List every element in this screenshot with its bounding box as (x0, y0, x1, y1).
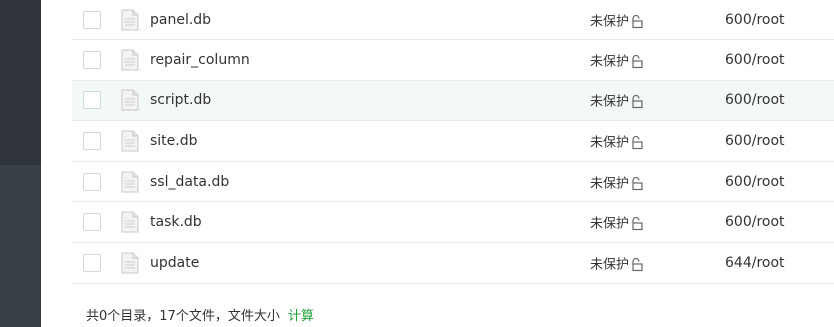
file-icon (121, 211, 139, 233)
row-checkbox[interactable] (83, 10, 101, 29)
file-icon (121, 9, 139, 30)
unlock-icon (632, 54, 643, 68)
row-checkbox[interactable] (83, 172, 101, 191)
file-name[interactable]: task.db (150, 214, 202, 230)
permission[interactable]: 600/root (725, 214, 785, 230)
calculate-size-link[interactable]: 计算 (288, 309, 314, 324)
table-row[interactable]: panel.db 未保护 600/root (72, 0, 834, 40)
unlock-icon (632, 135, 643, 150)
table-row[interactable]: repair_column 未保护 600/root (72, 40, 834, 81)
protect-label: 未保护 (590, 257, 630, 273)
permission[interactable]: 600/root (725, 133, 785, 149)
protect-status[interactable]: 未保护 (590, 10, 644, 29)
file-icon (121, 252, 139, 274)
permission[interactable]: 600/root (725, 12, 785, 28)
protect-label: 未保护 (590, 216, 630, 232)
table-row[interactable]: script.db 未保护 600/root (72, 80, 834, 122)
file-name[interactable]: site.db (150, 133, 198, 149)
main-panel: panel.db 未保护 600/root repair_column 未保护 … (41, 0, 834, 327)
file-name[interactable]: repair_column (150, 52, 250, 68)
row-checkbox[interactable] (83, 91, 101, 110)
unlock-icon (632, 95, 643, 109)
protect-status[interactable]: 未保护 (590, 253, 644, 272)
summary-text: 共0个目录，17个文件，文件大小 (86, 309, 280, 324)
file-name[interactable]: script.db (150, 92, 211, 108)
protect-status[interactable]: 未保护 (590, 172, 644, 191)
row-checkbox[interactable] (83, 50, 101, 69)
table-row[interactable]: site.db 未保护 600/root (72, 121, 834, 162)
permission[interactable]: 600/root (725, 174, 785, 190)
permission[interactable]: 600/root (725, 52, 785, 68)
file-name[interactable]: panel.db (150, 12, 211, 28)
table-row[interactable]: update 未保护 644/root (72, 243, 834, 284)
file-icon (121, 89, 139, 111)
unlock-icon (632, 257, 643, 271)
file-name[interactable]: update (150, 255, 199, 271)
protect-status[interactable]: 未保护 (590, 91, 644, 110)
file-icon (121, 130, 139, 152)
protect-label: 未保护 (590, 54, 630, 70)
protect-label: 未保护 (590, 94, 630, 110)
sidebar (0, 0, 41, 327)
row-checkbox[interactable] (83, 213, 101, 232)
row-checkbox[interactable] (83, 253, 101, 272)
protect-label: 未保护 (590, 135, 630, 151)
file-list: panel.db 未保护 600/root repair_column 未保护 … (72, 0, 834, 284)
file-name[interactable]: ssl_data.db (150, 174, 229, 190)
unlock-icon (632, 217, 643, 231)
table-row[interactable]: ssl_data.db 未保护 600/root (72, 162, 834, 203)
unlock-icon (632, 176, 643, 190)
permission[interactable]: 644/root (725, 255, 785, 271)
unlock-icon (632, 14, 643, 28)
sidebar-active-section (0, 0, 41, 165)
protect-label: 未保护 (590, 14, 630, 29)
table-row[interactable]: task.db 未保护 600/root (72, 202, 834, 243)
file-summary: 共0个目录，17个文件，文件大小 计算 (86, 305, 314, 324)
protect-status[interactable]: 未保护 (590, 50, 644, 69)
protect-status[interactable]: 未保护 (590, 131, 644, 150)
protect-status[interactable]: 未保护 (590, 213, 644, 232)
file-icon (121, 49, 139, 71)
file-icon (121, 171, 139, 193)
row-checkbox[interactable] (83, 131, 101, 150)
protect-label: 未保护 (590, 176, 630, 192)
permission[interactable]: 600/root (725, 92, 785, 108)
